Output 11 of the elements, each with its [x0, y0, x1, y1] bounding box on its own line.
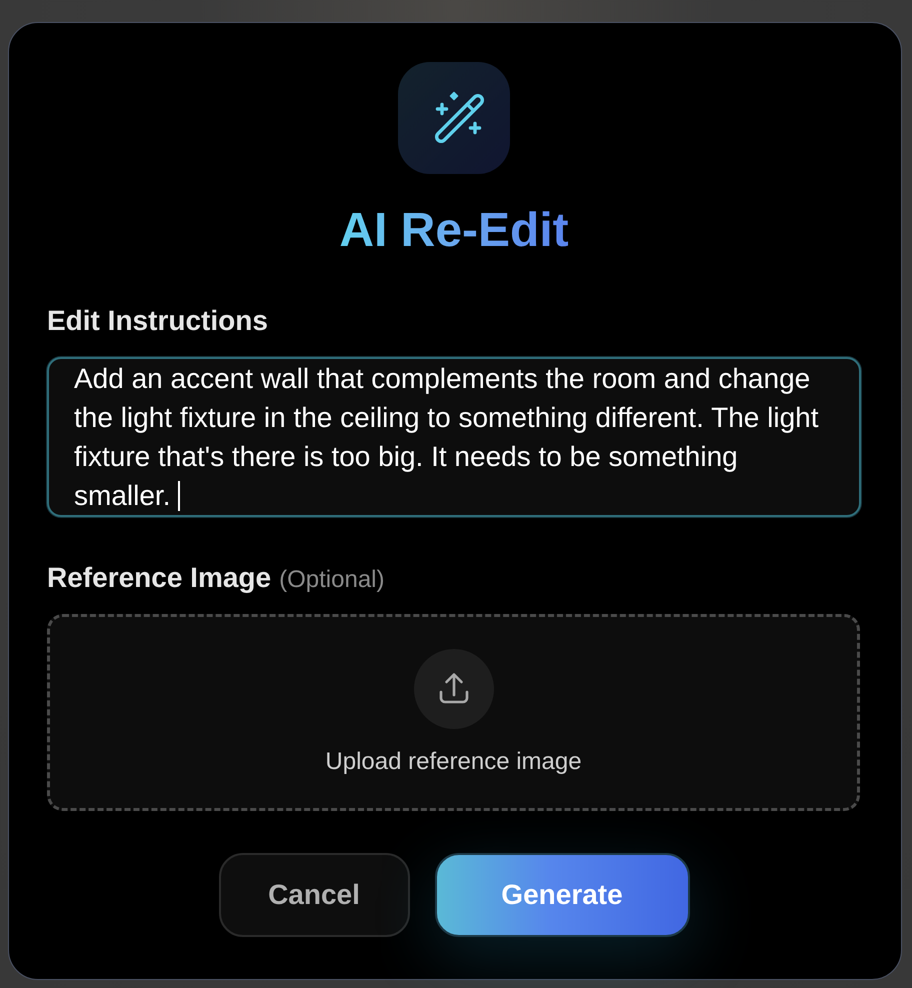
field-label: Edit Instructions: [47, 305, 268, 337]
upload-label: Upload reference image: [325, 747, 582, 777]
cancel-button[interactable]: Cancel: [218, 853, 410, 937]
magic-wand-icon: [398, 62, 510, 174]
field-label: Reference Image: [47, 562, 272, 594]
instructions-field[interactable]: Add an accent wall that complements the room and change the light fixture in the ceiling to something different. The light fixture that's there is too big. It needs to be something smaller.: [47, 357, 861, 517]
generate-button[interactable]: Generate: [434, 853, 690, 937]
upload-icon: [414, 649, 494, 729]
upload-dropzone[interactable]: Upload reference image: [47, 614, 860, 811]
text-cursor-icon: [178, 481, 180, 511]
optional-hint: (Optional): [279, 566, 384, 594]
